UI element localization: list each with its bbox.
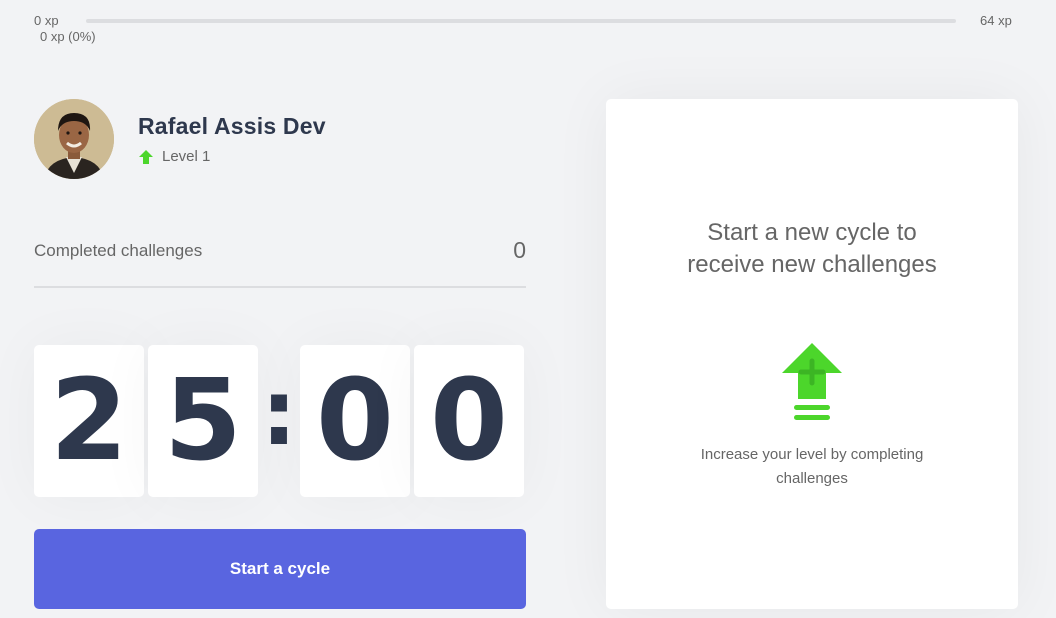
completed-challenges-label: Completed challenges — [34, 241, 203, 260]
profile-level: Level 1 — [138, 148, 326, 165]
challenge-box: Start a new cycle to receive new challen… — [606, 99, 1018, 609]
avatar — [34, 99, 114, 179]
challenge-box-hint: Increase your level by completing challe… — [606, 443, 1018, 491]
countdown-seconds: 0 0 — [300, 345, 524, 497]
xp-max-label: 64 xp — [980, 13, 1012, 28]
xp-current-label: 0 xp (0%) — [40, 29, 96, 44]
challenge-box-title: Start a new cycle to receive new challen… — [606, 217, 1018, 281]
avatar-portrait-icon — [34, 99, 114, 179]
profile-name: Rafael Assis Dev — [138, 113, 326, 139]
countdown-minutes: 2 5 — [34, 345, 258, 497]
challenge-title-line1: Start a new cycle to — [707, 219, 917, 246]
challenge-title-line2: receive new challenges — [687, 251, 937, 278]
xp-min-label: 0 xp — [34, 13, 59, 28]
second-digit-left: 0 — [300, 345, 410, 497]
xp-progress-track — [86, 19, 956, 23]
level-up-arrow-icon — [139, 149, 153, 164]
level-label: Level 1 — [162, 148, 211, 165]
experience-bar: 0 xp 64 xp 0 xp (0%) — [0, 0, 1056, 50]
minute-digit-right: 5 — [148, 345, 258, 497]
level-up-icon — [782, 343, 842, 420]
start-cycle-button[interactable]: Start a cycle — [34, 529, 526, 609]
completed-challenges: Completed challenges 0 — [34, 232, 526, 288]
profile-info: Rafael Assis Dev Level 1 — [138, 113, 326, 165]
completed-challenges-count: 0 — [513, 237, 526, 263]
countdown-timer: 2 5 : 0 0 — [34, 345, 526, 497]
profile: Rafael Assis Dev Level 1 — [34, 99, 326, 179]
minute-digit-left: 2 — [34, 345, 144, 497]
second-digit-right: 0 — [414, 345, 524, 497]
challenge-hint-line2: challenges — [776, 470, 848, 487]
challenge-hint-line1: Increase your level by completing — [700, 446, 924, 463]
countdown-separator: : — [261, 361, 297, 466]
